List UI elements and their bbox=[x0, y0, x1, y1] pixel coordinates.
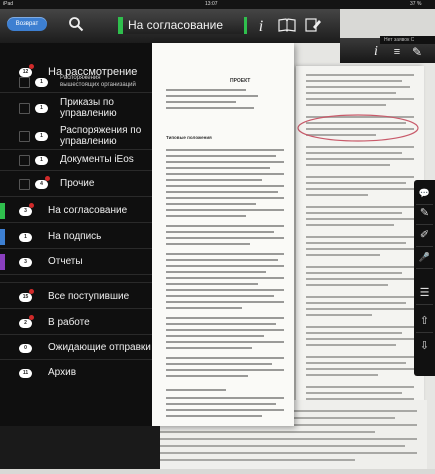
count-badge: 1 bbox=[35, 131, 48, 141]
toolbar-divider bbox=[416, 224, 433, 225]
sidebar-item-label: Документы iEos bbox=[60, 154, 134, 165]
info-icon[interactable]: i bbox=[365, 42, 387, 62]
folder-color-marker bbox=[0, 203, 5, 219]
folder-checkbox[interactable] bbox=[19, 131, 30, 142]
new-item-indicator bbox=[29, 289, 34, 294]
count-badge: 1 bbox=[35, 77, 48, 87]
folder-checkbox[interactable] bbox=[19, 179, 30, 190]
document-page[interactable] bbox=[152, 43, 294, 426]
document-edit-icon[interactable] bbox=[302, 17, 324, 37]
folder-color-marker bbox=[0, 254, 5, 270]
tab-approval-label: На согласование bbox=[128, 18, 223, 32]
count-badge: 0 bbox=[19, 343, 32, 353]
tab-color-marker bbox=[244, 17, 247, 34]
sidebar-item-label: Все поступившие bbox=[48, 291, 130, 302]
back-button[interactable]: Возврат bbox=[7, 17, 47, 31]
count-badge: 11 bbox=[19, 368, 32, 378]
download-icon[interactable]: ⇩ bbox=[417, 337, 432, 355]
new-item-indicator bbox=[29, 203, 34, 208]
folder-checkbox[interactable] bbox=[19, 103, 30, 114]
sidebar-item-label: Ожидающие отправки bbox=[48, 342, 151, 353]
sidebar-item-label: Прочие bbox=[60, 178, 95, 189]
folder-sidebar: 12 На рассмотрение 1 Распоряжения вышестоящ… bbox=[0, 43, 152, 426]
count-badge: 1 bbox=[19, 232, 32, 242]
sidebar-item-label: Архив bbox=[48, 367, 77, 378]
sidebar-item[interactable]: 3 Отчеты bbox=[0, 249, 152, 275]
status-bar: iPad 13:07 37 % bbox=[0, 0, 435, 9]
document-heading: Типовые положения bbox=[166, 135, 212, 140]
count-badge: 1 bbox=[35, 103, 48, 113]
sidebar-item-label: На подпись bbox=[48, 231, 102, 242]
sidebar-item[interactable]: 0 Ожидающие отправки bbox=[0, 335, 152, 361]
document-edit-icon[interactable]: ✎ bbox=[406, 42, 428, 62]
clock: 13:07 bbox=[205, 1, 218, 7]
sidebar-item[interactable]: 4 Прочие bbox=[0, 170, 152, 198]
pen-icon[interactable]: ✎ bbox=[417, 204, 432, 222]
book-icon[interactable] bbox=[276, 17, 298, 37]
comment-icon[interactable]: 💬 bbox=[417, 184, 432, 202]
toolbar-divider bbox=[416, 268, 433, 269]
sidebar-item-label: Распоряжения вышестоящих организаций bbox=[60, 75, 136, 88]
folder-checkbox[interactable] bbox=[19, 77, 30, 88]
new-item-indicator bbox=[29, 315, 34, 320]
sidebar-item[interactable]: 3 На согласование bbox=[0, 198, 152, 224]
battery-label: 37 % bbox=[410, 1, 422, 7]
new-item-indicator bbox=[45, 176, 50, 181]
sidebar-item[interactable]: 11 Архив bbox=[0, 360, 152, 386]
info-icon[interactable]: i bbox=[250, 17, 272, 37]
upload-icon[interactable]: ⇧ bbox=[417, 312, 432, 330]
marker-icon[interactable]: ✐ bbox=[417, 226, 432, 244]
toolbar-divider bbox=[416, 304, 433, 305]
sidebar-item-label: Распоряжения по управлению bbox=[60, 125, 142, 147]
folder-color-marker bbox=[0, 229, 5, 245]
sidebar-item-label: Приказы по управлению bbox=[60, 97, 117, 119]
list-icon[interactable]: ☰ bbox=[417, 284, 432, 302]
sidebar-item[interactable]: 2В работе bbox=[0, 310, 152, 336]
sidebar-item-label: Отчеты bbox=[48, 256, 83, 267]
sidebar-item[interactable]: 15 Все поступившие bbox=[0, 284, 152, 310]
sidebar-item-label: На согласование bbox=[48, 205, 128, 216]
list-icon[interactable]: ≡ bbox=[386, 42, 408, 62]
document-title: ПРОЕКТ bbox=[230, 78, 251, 84]
tab-color-marker bbox=[118, 17, 123, 34]
sidebar-item-label: В работе bbox=[48, 317, 90, 328]
count-badge: 3 bbox=[19, 257, 32, 267]
toolbar-divider bbox=[416, 246, 433, 247]
toolbar-divider bbox=[416, 332, 433, 333]
sidebar-footer bbox=[0, 426, 160, 469]
carrier-label: iPad bbox=[3, 1, 14, 7]
search-icon[interactable] bbox=[68, 16, 86, 34]
count-badge: 1 bbox=[35, 155, 48, 165]
folder-checkbox[interactable] bbox=[19, 155, 30, 166]
microphone-icon[interactable]: 🎤 bbox=[417, 248, 432, 266]
document-text-lines bbox=[166, 89, 284, 417]
sidebar-item[interactable]: 1 На подпись bbox=[0, 224, 152, 250]
sidebar-divider bbox=[0, 282, 152, 283]
